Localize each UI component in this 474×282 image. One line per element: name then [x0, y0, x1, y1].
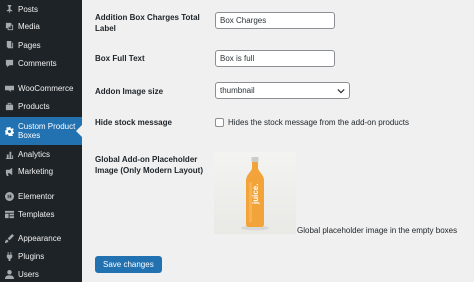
sidebar-item-label: Appearance: [18, 233, 62, 243]
admin-sidebar: Posts Media Pages Comments WooCommerce P…: [0, 0, 82, 282]
megaphone-icon: [2, 167, 16, 176]
settings-content: Addition Box Charges Total Label Box Ful…: [82, 0, 474, 282]
sidebar-item-label: Analytics: [18, 149, 51, 159]
sidebar-item-elementor[interactable]: Elementor: [0, 189, 82, 203]
analytics-icon: [2, 150, 16, 159]
sidebar-item-posts[interactable]: Posts: [0, 2, 82, 16]
sidebar-item-label: Custom Product Boxes: [18, 122, 76, 140]
sidebar-item-plugins[interactable]: Plugins: [0, 249, 82, 263]
placeholder-caption: Global placeholder image in the empty bo…: [297, 226, 458, 235]
sidebar-item-label: Elementor: [18, 191, 55, 201]
sidebar-item-pages[interactable]: Pages: [0, 38, 82, 52]
sidebar-item-label: Products: [18, 101, 50, 111]
sidebar-item-label: WooCommerce: [18, 83, 74, 93]
box-charges-label-input[interactable]: [215, 12, 335, 29]
sidebar-item-woocommerce[interactable]: WooCommerce: [0, 81, 82, 95]
plugins-icon: [2, 251, 16, 261]
brush-icon: [2, 233, 16, 243]
sidebar-item-label: Plugins: [18, 251, 45, 261]
sidebar-item-label: Marketing: [18, 166, 54, 176]
comments-icon: [2, 59, 16, 68]
pin-icon: [2, 4, 16, 14]
box-full-text-input[interactable]: [215, 50, 335, 67]
users-icon: [2, 269, 16, 279]
addon-image-size-select[interactable]: thumbnail: [215, 82, 350, 99]
addon-image-size-selected: thumbnail: [220, 86, 255, 95]
box-full-text-heading: Box Full Text: [95, 54, 145, 63]
media-icon: [2, 22, 16, 31]
bottle-label-text: juice.: [251, 184, 260, 205]
addon-image-size-heading: Addon Image size: [95, 87, 164, 96]
sidebar-item-marketing[interactable]: Marketing: [0, 164, 82, 178]
chevron-down-icon: [337, 88, 345, 93]
sidebar-item-label: Pages: [18, 40, 41, 50]
sidebar-item-users[interactable]: Users: [0, 267, 82, 281]
templates-icon: [2, 210, 16, 219]
elementor-icon: [2, 191, 16, 201]
gear-icon: [2, 126, 16, 136]
hide-stock-message-description: Hides the stock message from the add-on …: [228, 118, 409, 127]
placeholder-image[interactable]: juice.: [214, 152, 296, 234]
products-icon: [2, 102, 16, 111]
sidebar-item-label: Media: [18, 21, 40, 31]
pages-icon: [2, 40, 16, 50]
woocommerce-icon: [2, 84, 16, 93]
box-charges-label-heading: Addition Box Charges Total Label: [95, 13, 200, 33]
sidebar-item-label: Users: [18, 269, 39, 279]
sidebar-item-analytics[interactable]: Analytics: [0, 147, 82, 161]
sidebar-item-label: Posts: [18, 4, 39, 14]
sidebar-item-media[interactable]: Media: [0, 19, 82, 33]
hide-stock-message-checkbox[interactable]: [215, 118, 224, 127]
save-changes-button[interactable]: Save changes: [95, 256, 162, 273]
sidebar-item-label: Comments: [18, 58, 57, 68]
sidebar-item-custom-product-boxes[interactable]: Custom Product Boxes: [0, 117, 82, 145]
sidebar-item-comments[interactable]: Comments: [0, 56, 82, 70]
global-placeholder-heading: Global Add-on Placeholder Image (Only Mo…: [95, 155, 204, 175]
sidebar-item-products[interactable]: Products: [0, 99, 82, 113]
sidebar-item-label: Templates: [18, 209, 55, 219]
juice-bottle-image: juice.: [241, 157, 269, 231]
sidebar-item-appearance[interactable]: Appearance: [0, 231, 82, 245]
hide-stock-message-heading: Hide stock message: [95, 118, 172, 127]
sidebar-item-templates[interactable]: Templates: [0, 207, 82, 221]
